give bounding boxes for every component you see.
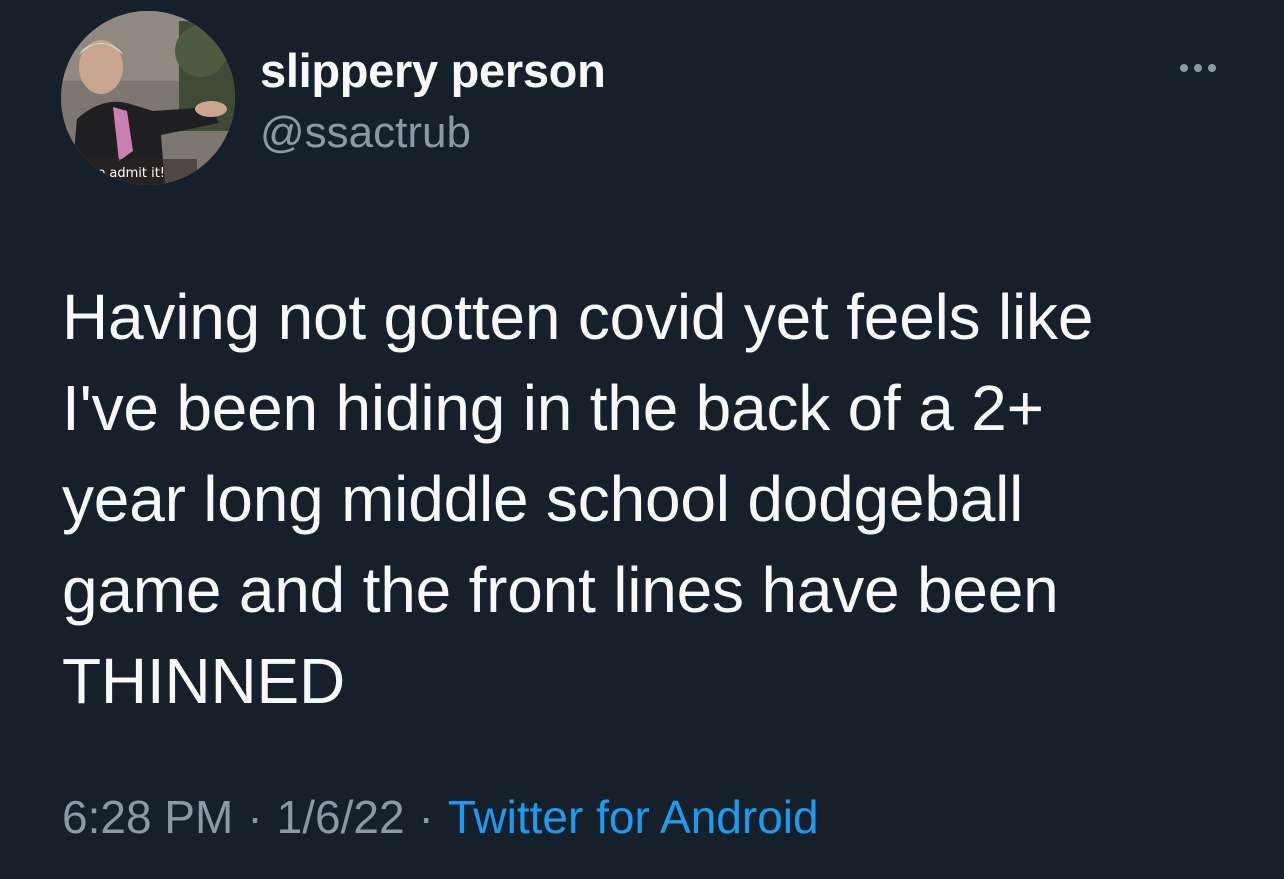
tweet-time[interactable]: 6:28 PM bbox=[62, 791, 233, 843]
tweet-source-link[interactable]: Twitter for Android bbox=[448, 791, 819, 843]
author-display-name[interactable]: slippery person bbox=[260, 43, 606, 98]
tweet-line: game and the front lines have been bbox=[62, 554, 1059, 626]
author-handle[interactable]: @ssactrub bbox=[260, 108, 471, 158]
meta-separator: · bbox=[418, 791, 434, 843]
avatar-photo: he admit it! bbox=[61, 11, 235, 185]
more-horizontal-icon-dot-3 bbox=[1208, 64, 1216, 72]
meta-separator: · bbox=[247, 791, 263, 843]
tweet-line: I've been hiding in the back of a 2+ bbox=[62, 372, 1044, 444]
more-horizontal-icon bbox=[1180, 64, 1188, 72]
tweet-line: year long middle school dodgeball bbox=[62, 463, 1024, 535]
more-options-button[interactable] bbox=[1168, 50, 1228, 86]
more-horizontal-icon-dot-2 bbox=[1194, 64, 1202, 72]
tweet-line: THINNED bbox=[62, 645, 346, 717]
tweet-text: Having not gotten covid yet feels like I… bbox=[62, 272, 1242, 727]
avatar-caption: he admit it! bbox=[89, 166, 165, 181]
tweet-meta: 6:28 PM · 1/6/22 · Twitter for Android bbox=[62, 790, 819, 844]
tweet-date[interactable]: 1/6/22 bbox=[277, 791, 405, 843]
avatar[interactable]: he admit it! bbox=[61, 11, 235, 185]
tweet-line: Having not gotten covid yet feels like bbox=[62, 281, 1094, 353]
